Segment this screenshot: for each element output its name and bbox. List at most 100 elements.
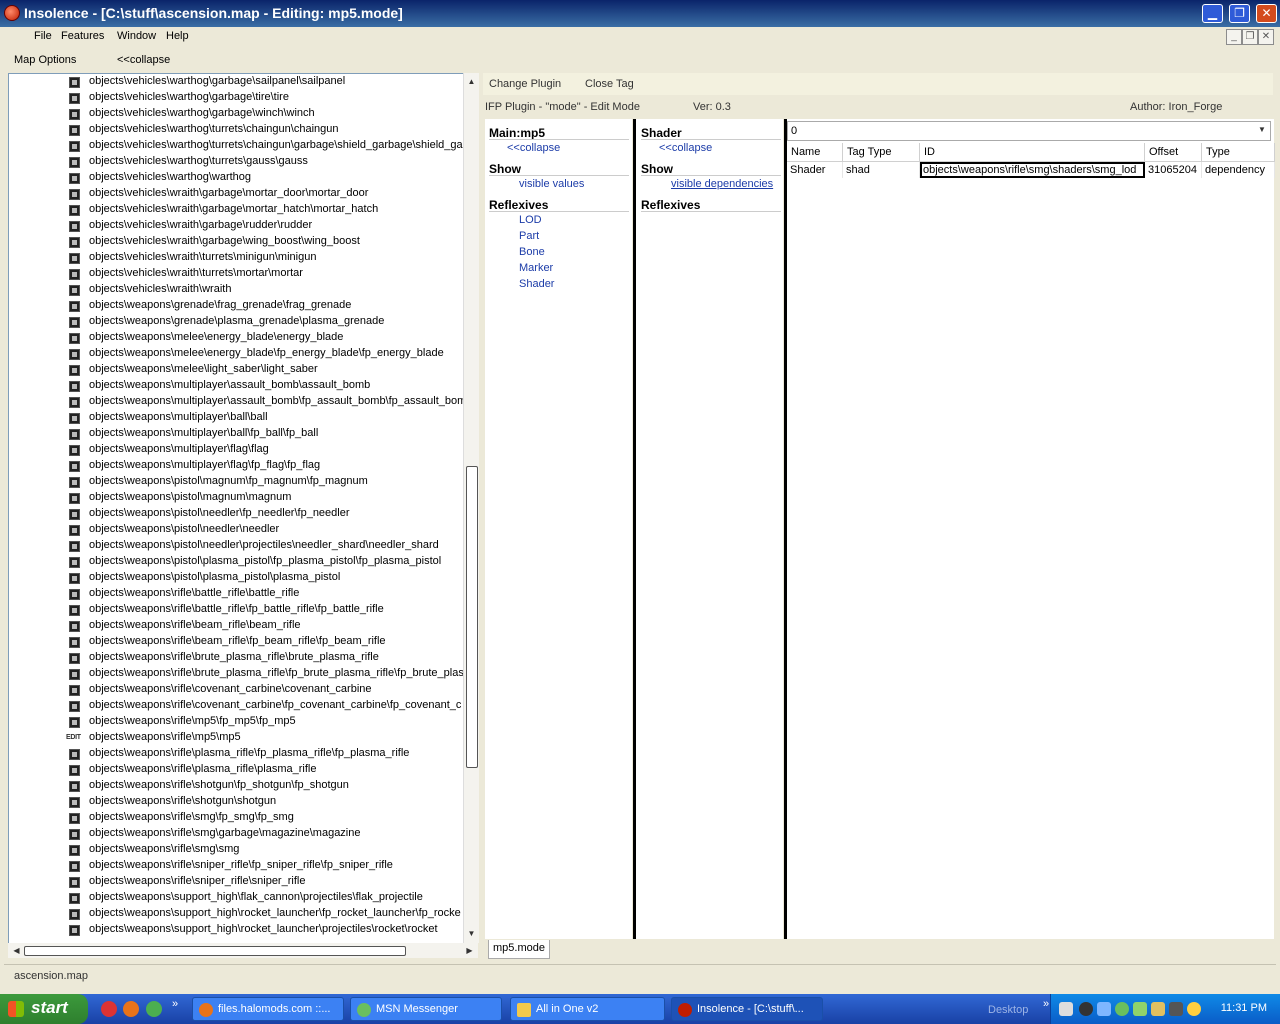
col-header-name[interactable]: Name — [787, 143, 843, 162]
tree-item[interactable]: objects\weapons\rifle\battle_rifle\fp_ba… — [9, 602, 464, 618]
taskbar-item-browser[interactable]: files.halomods.com ::... — [192, 997, 344, 1021]
start-button[interactable]: start — [0, 994, 88, 1024]
tree-item[interactable]: EDIT objects\weapons\rifle\mp5\mp5 — [9, 730, 464, 746]
menu-window[interactable]: Window — [117, 30, 156, 42]
scroll-right-icon[interactable]: ▶ — [463, 944, 476, 957]
tree-item[interactable]: objects\vehicles\wraith\garbage\mortar_h… — [9, 202, 464, 218]
tree-item[interactable]: objects\weapons\multiplayer\ball\ball — [9, 410, 464, 426]
tree-item[interactable]: objects\vehicles\warthog\warthog — [9, 170, 464, 186]
app-icon[interactable] — [4, 5, 20, 21]
tree-item[interactable]: objects\vehicles\warthog\turrets\chaingu… — [9, 138, 464, 154]
tree-item[interactable]: objects\weapons\melee\light_saber\light_… — [9, 362, 464, 378]
tree-item[interactable]: objects\weapons\rifle\battle_rifle\battl… — [9, 586, 464, 602]
cell-tag-type[interactable]: shad — [842, 161, 920, 178]
tree-item[interactable]: objects\vehicles\wraith\garbage\wing_boo… — [9, 234, 464, 250]
collapse-shader-link[interactable]: <<collapse — [659, 142, 712, 154]
mdi-restore-button[interactable]: ❐ — [1242, 29, 1258, 45]
taskbar-item-insolence[interactable]: Insolence - [C:\stuff\... — [671, 997, 823, 1021]
tree-item[interactable]: objects\weapons\rifle\beam_rifle\fp_beam… — [9, 634, 464, 650]
menu-help[interactable]: Help — [166, 30, 189, 42]
tree-item[interactable]: objects\weapons\pistol\needler\needler — [9, 522, 464, 538]
quicklaunch-app-icon[interactable] — [101, 1001, 117, 1017]
tree-item[interactable]: objects\weapons\rifle\smg\smg — [9, 842, 464, 858]
reflexive-lod-link[interactable]: LOD — [519, 214, 542, 226]
tree-item[interactable]: objects\weapons\pistol\magnum\fp_magnum\… — [9, 474, 464, 490]
tree-item[interactable]: objects\weapons\rifle\mp5\fp_mp5\fp_mp5 — [9, 714, 464, 730]
cell-id[interactable]: objects\weapons\rifle\smg\shaders\smg_lo… — [919, 161, 1145, 178]
close-button[interactable]: ✕ — [1256, 4, 1277, 23]
cell-name[interactable]: Shader — [787, 161, 843, 178]
tree-item[interactable]: objects\weapons\multiplayer\assault_bomb… — [9, 378, 464, 394]
mdi-close-button[interactable]: ✕ — [1258, 29, 1274, 45]
tree-item[interactable]: objects\weapons\rifle\sniper_rifle\snipe… — [9, 874, 464, 890]
collapse-tree-button[interactable]: <<collapse — [117, 54, 170, 66]
tree-item[interactable]: objects\weapons\pistol\needler\fp_needle… — [9, 506, 464, 522]
tray-back-icon[interactable] — [1079, 1002, 1093, 1016]
tree-item[interactable]: objects\weapons\multiplayer\flag\flag — [9, 442, 464, 458]
scroll-up-icon[interactable]: ▲ — [465, 75, 478, 88]
tree-item[interactable]: objects\weapons\rifle\plasma_rifle\fp_pl… — [9, 746, 464, 762]
tree-item[interactable]: objects\weapons\multiplayer\assault_bomb… — [9, 394, 464, 410]
scroll-left-icon[interactable]: ◀ — [10, 944, 23, 957]
restore-button[interactable]: ❐ — [1229, 4, 1250, 23]
reflexive-marker-link[interactable]: Marker — [519, 262, 553, 274]
close-tag-button[interactable]: Close Tag — [585, 78, 634, 90]
change-plugin-button[interactable]: Change Plugin — [489, 78, 561, 90]
col-header-tag-type[interactable]: Tag Type — [842, 143, 920, 162]
chevron-down-icon[interactable]: ▼ — [1256, 124, 1268, 136]
hscroll-thumb[interactable] — [24, 946, 406, 956]
reflexive-part-link[interactable]: Part — [519, 230, 539, 242]
visible-values-link[interactable]: visible values — [519, 178, 584, 190]
tree-item[interactable]: objects\weapons\rifle\covenant_carbine\f… — [9, 698, 464, 714]
tree-item[interactable]: objects\weapons\rifle\shotgun\shotgun — [9, 794, 464, 810]
title-bar[interactable]: Insolence - [C:\stuff\ascension.map - Ed… — [0, 0, 1280, 27]
grid-row[interactable]: Shader shad objects\weapons\rifle\smg\sh… — [787, 161, 1275, 178]
tree-item[interactable]: objects\vehicles\wraith\turrets\minigun\… — [9, 250, 464, 266]
col-header-offset[interactable]: Offset — [1144, 143, 1202, 162]
cell-type[interactable]: dependency — [1201, 161, 1275, 178]
col-header-type[interactable]: Type — [1201, 143, 1275, 162]
quicklaunch-expand-icon[interactable]: » — [172, 998, 178, 1010]
map-options-button[interactable]: Map Options — [14, 54, 76, 66]
tree-item[interactable]: objects\weapons\pistol\magnum\magnum — [9, 490, 464, 506]
taskbar-item-all-in-one[interactable]: All in One v2 — [510, 997, 665, 1021]
tree-item[interactable]: objects\vehicles\warthog\turrets\gauss\g… — [9, 154, 464, 170]
tree-item[interactable]: objects\weapons\melee\energy_blade\energ… — [9, 330, 464, 346]
tree-item[interactable]: objects\weapons\rifle\brute_plasma_rifle… — [9, 666, 464, 682]
cell-offset[interactable]: 31065204 — [1144, 161, 1202, 178]
tree-item[interactable]: objects\vehicles\wraith\garbage\rudder\r… — [9, 218, 464, 234]
mdi-minimize-button[interactable]: _ — [1226, 29, 1242, 45]
menu-file[interactable]: File — [34, 30, 52, 42]
tree-item[interactable]: objects\weapons\grenade\frag_grenade\fra… — [9, 298, 464, 314]
tree-item[interactable]: objects\weapons\rifle\brute_plasma_rifle… — [9, 650, 464, 666]
reflexive-bone-link[interactable]: Bone — [519, 246, 545, 258]
tree-item[interactable]: objects\weapons\rifle\plasma_rifle\plasm… — [9, 762, 464, 778]
tree-item[interactable]: objects\weapons\support_high\rocket_laun… — [9, 922, 464, 938]
tree-item[interactable]: objects\weapons\multiplayer\flag\fp_flag… — [9, 458, 464, 474]
col-header-id[interactable]: ID — [919, 143, 1145, 162]
scroll-down-icon[interactable]: ▼ — [465, 927, 478, 940]
tree-item[interactable]: objects\weapons\rifle\shotgun\fp_shotgun… — [9, 778, 464, 794]
tree-item[interactable]: objects\weapons\pistol\plasma_pistol\pla… — [9, 570, 464, 586]
menu-features[interactable]: Features — [61, 30, 104, 42]
tree-item[interactable]: objects\weapons\rifle\beam_rifle\beam_ri… — [9, 618, 464, 634]
visible-dependencies-link[interactable]: visible dependencies — [671, 178, 773, 190]
tab-mp5-mode[interactable]: mp5.mode — [488, 940, 550, 959]
tree-horizontal-scrollbar[interactable]: ◀ ▶ — [8, 943, 478, 958]
scroll-thumb[interactable] — [466, 466, 478, 768]
tree-item[interactable]: objects\vehicles\wraith\wraith — [9, 282, 464, 298]
tray-network-icon[interactable] — [1097, 1002, 1111, 1016]
chunk-index-select[interactable]: 0 ▼ — [787, 121, 1271, 141]
tray-grid-icon[interactable] — [1151, 1002, 1165, 1016]
tree-item[interactable]: objects\weapons\multiplayer\ball\fp_ball… — [9, 426, 464, 442]
tree-item[interactable]: objects\weapons\melee\energy_blade\fp_en… — [9, 346, 464, 362]
tree-item[interactable]: objects\weapons\grenade\plasma_grenade\p… — [9, 314, 464, 330]
reflexive-shader-link[interactable]: Shader — [519, 278, 554, 290]
tray-messenger-icon[interactable] — [1115, 1002, 1129, 1016]
tree-item[interactable]: objects\weapons\support_high\flak_cannon… — [9, 890, 464, 906]
tree-item[interactable]: objects\weapons\pistol\plasma_pistol\fp_… — [9, 554, 464, 570]
tray-device-icon[interactable] — [1169, 1002, 1183, 1016]
toolbar-expand-icon[interactable]: » — [1043, 998, 1049, 1010]
tag-tree[interactable]: objects\vehicles\warthog\garbage\sailpan… — [8, 73, 465, 945]
tree-item[interactable]: objects\weapons\pistol\needler\projectil… — [9, 538, 464, 554]
